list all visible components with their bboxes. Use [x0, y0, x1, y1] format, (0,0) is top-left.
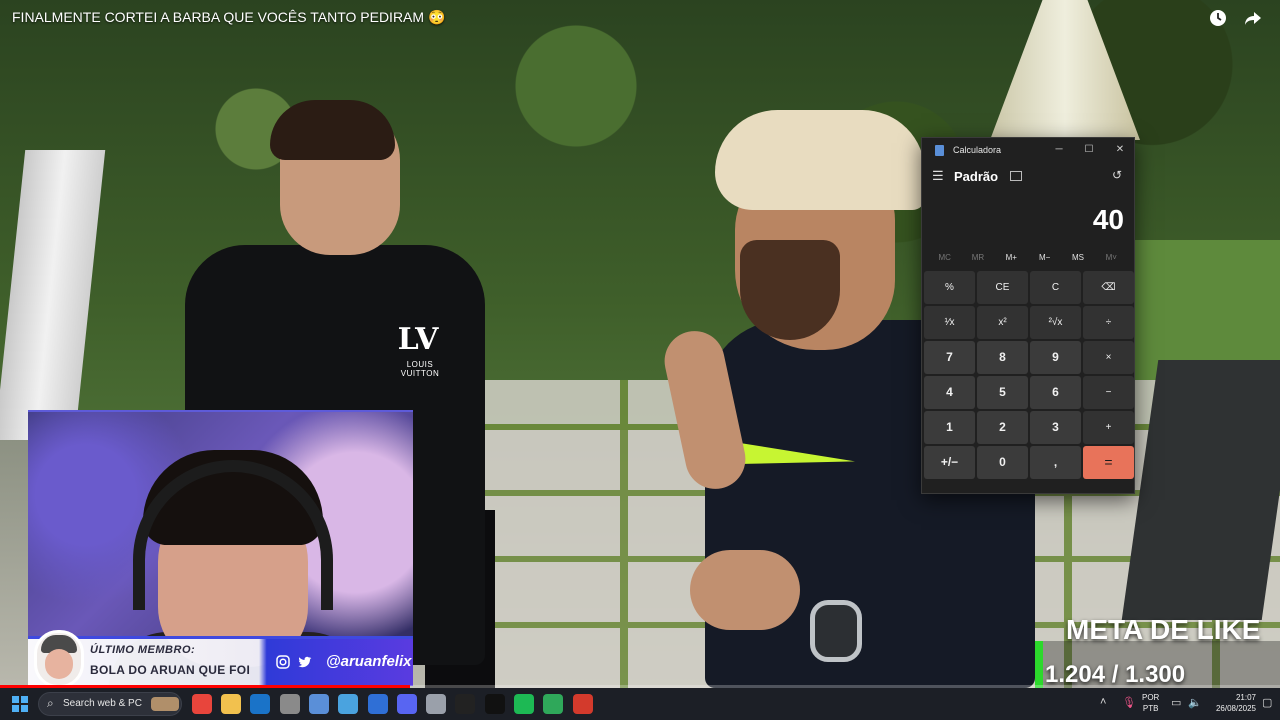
- game-icon[interactable]: [485, 694, 505, 714]
- key-digit-7[interactable]: 7: [924, 341, 975, 374]
- key-equals[interactable]: =: [1083, 446, 1134, 479]
- language-code: POR: [1142, 693, 1160, 702]
- memory-button[interactable]: MR: [961, 248, 994, 268]
- key-divide[interactable]: ÷: [1083, 306, 1134, 339]
- chrome-icon[interactable]: [192, 694, 212, 714]
- minimize-button[interactable]: ─: [1044, 138, 1074, 162]
- hamburger-menu-icon[interactable]: ☰: [932, 168, 946, 184]
- calculator-display: 40: [1092, 204, 1124, 235]
- taskbar-search[interactable]: ⌕ Search web & PC: [38, 692, 182, 716]
- memory-button[interactable]: MC: [928, 248, 961, 268]
- calculator-keypad: % CE C ⌫ ¹⁄x x² ²√x ÷ 7 8 9 × 4 5 6− 1 2 3 + +/− 0, =: [922, 268, 1134, 479]
- key-digit-5[interactable]: 5: [977, 376, 1028, 409]
- key-digit-8[interactable]: 8: [977, 341, 1028, 374]
- camera-icon[interactable]: [426, 694, 446, 714]
- windows-start-icon[interactable]: [12, 696, 28, 712]
- spotify-icon[interactable]: [514, 694, 534, 714]
- key-square-root[interactable]: ²√x: [1030, 306, 1081, 339]
- calculator-window[interactable]: Calculadora ─ ☐ ✕ ☰ Padrão ↺ 40 MC MR M+ M−…: [921, 137, 1135, 494]
- memory-button[interactable]: M+: [995, 248, 1028, 268]
- member-name: BOLA DO ARUAN QUE FOI: [90, 663, 251, 677]
- search-highlight-icon: [151, 697, 179, 711]
- calculator-window-title: Calculadora: [953, 145, 1002, 155]
- key-multiply[interactable]: ×: [1083, 341, 1134, 374]
- instagram-icon: [276, 655, 290, 672]
- lv-logo-text: LOUIS VUITTON: [400, 360, 440, 378]
- discord-icon[interactable]: [397, 694, 417, 714]
- clock-icon[interactable]: [1209, 9, 1227, 27]
- memory-button[interactable]: M˅: [1095, 248, 1128, 268]
- key-digit-3[interactable]: 3: [1030, 411, 1081, 444]
- key-clear[interactable]: C: [1030, 271, 1081, 304]
- network-icon[interactable]: ▭: [1171, 696, 1181, 709]
- capcut-icon[interactable]: [455, 694, 475, 714]
- member-label: ÚLTIMO MEMBRO:: [90, 644, 196, 656]
- windows-taskbar: ⌕ Search web & PC ˄ 🎙 POR PTB ▭ 🔈 21:07 …: [0, 688, 1280, 720]
- app-m-icon[interactable]: [368, 694, 388, 714]
- lawn: [1130, 240, 1280, 380]
- webcam-overlay: ÚLTIMO MEMBRO: BOLA DO ARUAN QUE FOI @ar…: [28, 410, 413, 686]
- obs-icon[interactable]: [280, 694, 300, 714]
- key-reciprocal[interactable]: ¹⁄x: [924, 306, 975, 339]
- keep-on-top-icon[interactable]: [1010, 171, 1023, 181]
- search-placeholder: Search web & PC: [63, 698, 142, 709]
- social-icons: [276, 655, 312, 672]
- share-arrow-icon[interactable]: [1244, 9, 1262, 27]
- volume-icon[interactable]: 🔈: [1188, 696, 1202, 709]
- key-digit-6[interactable]: 6: [1030, 376, 1081, 409]
- clock-time: 21:07: [1235, 693, 1256, 702]
- language-indicator[interactable]: POR PTB: [1142, 692, 1159, 714]
- video-title[interactable]: FINALMENTE CORTEI A BARBA QUE VOCÊS TANT…: [12, 9, 445, 26]
- right-person-beard: [740, 240, 840, 340]
- notepad-icon[interactable]: [338, 694, 358, 714]
- calculator-icon[interactable]: [309, 694, 329, 714]
- right-person-hand: [690, 550, 800, 630]
- right-person-cap: [715, 110, 925, 210]
- key-percent[interactable]: %: [924, 271, 975, 304]
- left-person-hair: [270, 100, 395, 160]
- key-digit-0[interactable]: 0: [977, 446, 1028, 479]
- social-handle: @aruanfelix: [326, 653, 412, 670]
- key-digit-2[interactable]: 2: [977, 411, 1028, 444]
- green-app-icon[interactable]: [543, 694, 563, 714]
- key-clear-entry[interactable]: CE: [977, 271, 1028, 304]
- history-icon[interactable]: ↺: [1112, 168, 1122, 182]
- microphone-icon[interactable]: 🎙: [1122, 696, 1136, 709]
- calculator-mode: Padrão: [954, 168, 999, 184]
- clock[interactable]: 21:07 26/08/2025: [1206, 692, 1256, 714]
- calculator-header: ☰ Padrão ↺: [922, 162, 1134, 190]
- calculator-app-icon: [935, 144, 944, 156]
- wristwatch: [810, 600, 862, 662]
- key-digit-1[interactable]: 1: [924, 411, 975, 444]
- memory-row: MC MR M+ M− MS M˅: [922, 248, 1134, 268]
- search-icon: ⌕: [47, 696, 54, 710]
- maximize-button[interactable]: ☐: [1074, 138, 1104, 162]
- calculator-titlebar[interactable]: Calculadora ─ ☐ ✕: [922, 138, 1134, 162]
- key-add[interactable]: +: [1083, 411, 1134, 444]
- key-negate[interactable]: +/−: [924, 446, 975, 479]
- clock-date: 26/08/2025: [1215, 704, 1256, 713]
- memory-button[interactable]: M−: [1028, 248, 1061, 268]
- outlook-icon[interactable]: [250, 694, 270, 714]
- key-decimal[interactable]: ,: [1030, 446, 1081, 479]
- chevron-up-icon[interactable]: ˄: [1100, 696, 1106, 708]
- red-app-icon[interactable]: [573, 694, 593, 714]
- file-explorer-icon[interactable]: [221, 694, 241, 714]
- key-backspace[interactable]: ⌫: [1083, 271, 1134, 304]
- key-digit-4[interactable]: 4: [924, 376, 975, 409]
- notification-icon[interactable]: ▢: [1262, 696, 1272, 709]
- key-digit-9[interactable]: 9: [1030, 341, 1081, 374]
- close-button[interactable]: ✕: [1105, 138, 1135, 162]
- keyboard-layout: PTB: [1142, 704, 1159, 713]
- memory-button[interactable]: MS: [1061, 248, 1094, 268]
- key-subtract[interactable]: −: [1083, 376, 1134, 409]
- twitter-icon: [298, 655, 312, 672]
- key-square[interactable]: x²: [977, 306, 1028, 339]
- member-avatar: [34, 630, 84, 686]
